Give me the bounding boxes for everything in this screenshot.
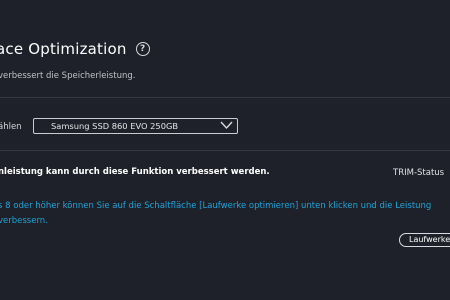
- performance-optimization-panel: ace Optimization ? verbessert die Speich…: [0, 0, 450, 300]
- divider: [0, 150, 450, 151]
- info-description-line: verbessern.: [0, 216, 48, 226]
- help-icon[interactable]: ?: [135, 42, 150, 56]
- drive-select-label: ählen: [0, 122, 22, 132]
- drive-select-value: Samsung SSD 860 EVO 250GB: [51, 121, 179, 131]
- chevron-down-icon: [220, 121, 233, 130]
- info-description: s 8 oder höher können Sie auf die Schalt…: [0, 199, 431, 229]
- page-subtitle: verbessert die Speicherleistung.: [0, 71, 136, 81]
- info-description-line: s 8 oder höher können Sie auf die Schalt…: [0, 201, 432, 211]
- page-title: ace Optimization: [0, 40, 127, 58]
- title-row: ace Optimization ?: [0, 40, 150, 58]
- divider: [0, 97, 450, 98]
- info-heading: nleistung kann durch diese Funktion verb…: [0, 167, 270, 177]
- optimize-drives-button[interactable]: Laufwerke optimieren: [399, 233, 450, 247]
- optimize-button-label: Laufwerke optimieren: [409, 235, 450, 244]
- drive-select-dropdown[interactable]: Samsung SSD 860 EVO 250GB: [33, 118, 238, 134]
- trim-status-label: TRIM-Status: [393, 168, 445, 178]
